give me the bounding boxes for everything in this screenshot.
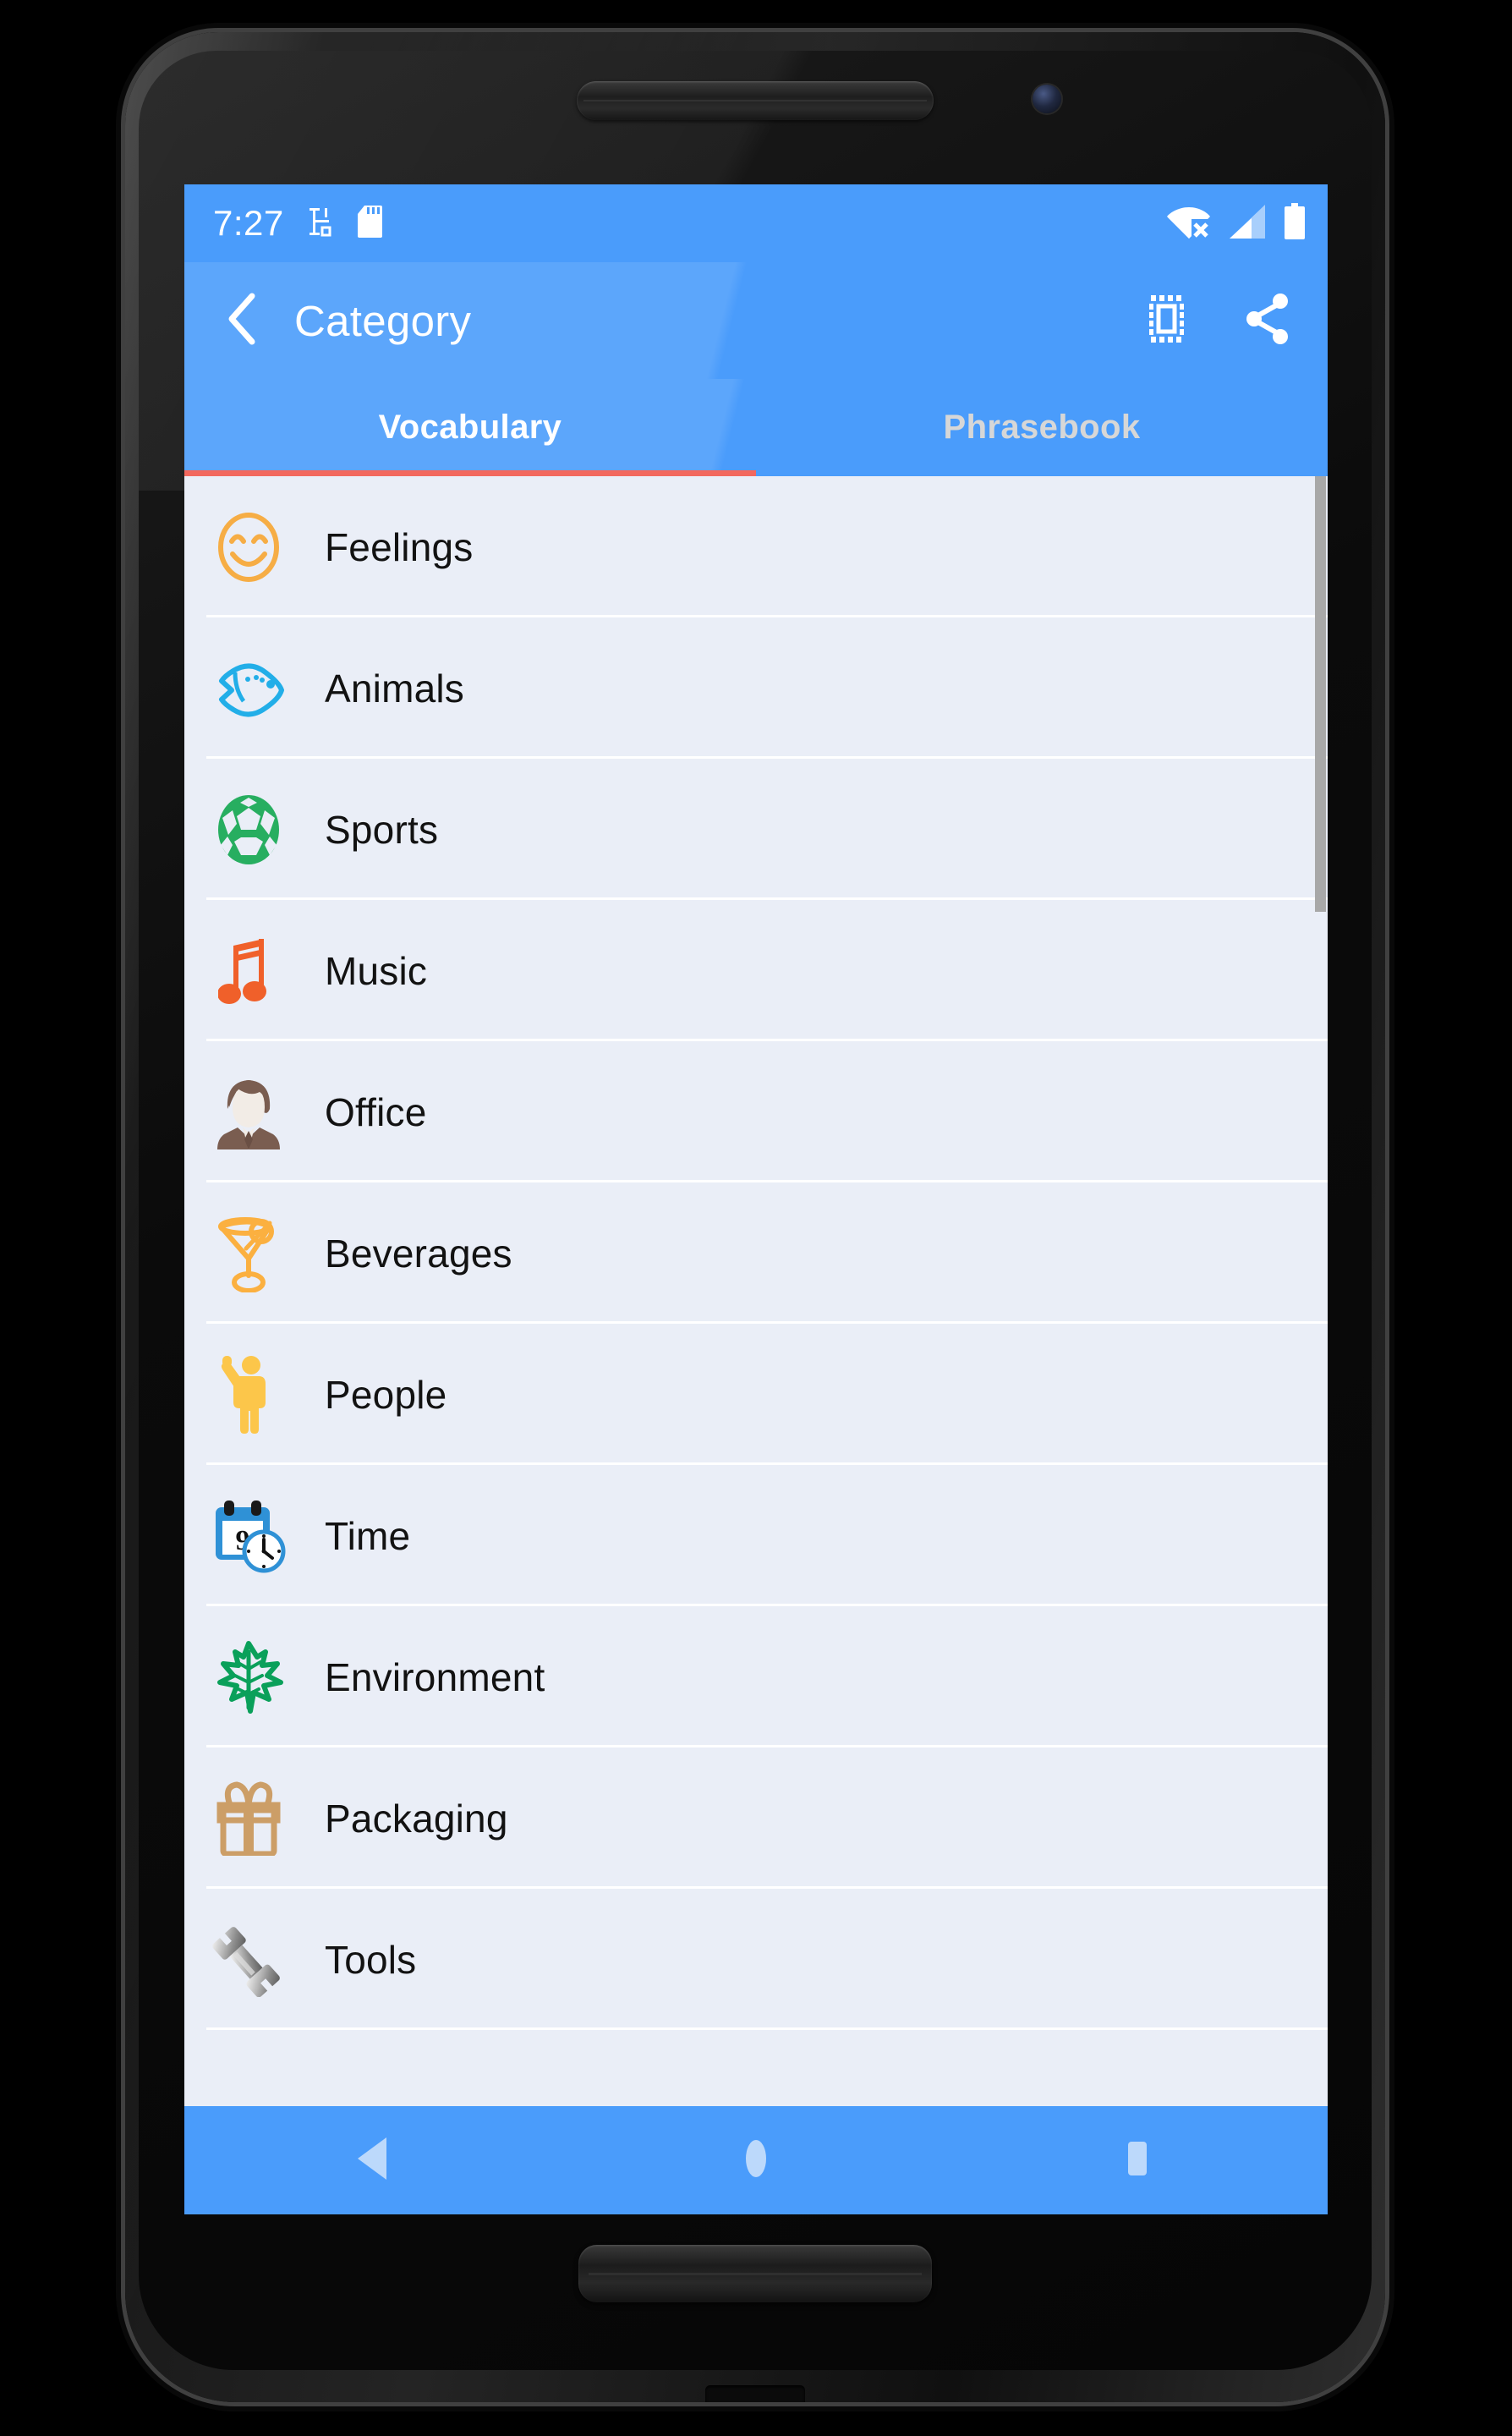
cellular-signal-icon [1228, 204, 1267, 244]
list-item[interactable]: Music [184, 900, 1328, 1041]
list-scrollbar[interactable] [1315, 476, 1326, 912]
earpiece-speaker [577, 81, 934, 120]
sd-card-icon [357, 205, 382, 243]
status-bar-clock: 7:27 [213, 203, 284, 243]
list-item[interactable]: Animals [184, 617, 1328, 759]
battery-icon [1284, 202, 1306, 244]
tab-phrasebook[interactable]: Phrasebook [756, 379, 1328, 476]
tab-bar: Vocabulary Phrasebook [184, 379, 1328, 476]
list-item[interactable]: Packaging [184, 1747, 1328, 1889]
toolbar-actions [1138, 290, 1299, 351]
list-item-label: Environment [325, 1654, 545, 1699]
list-item[interactable]: People [184, 1324, 1328, 1465]
phone-screen: 7:27 Category Vocabulary Phrasebook Feel… [184, 184, 1328, 2214]
list-item-label: Sports [325, 807, 439, 852]
nav-recents-square-icon [1116, 2134, 1159, 2187]
list-item-label: Beverages [325, 1231, 512, 1276]
list-item-label: Feelings [325, 524, 474, 569]
list-item-label: People [325, 1372, 447, 1417]
tab-phrasebook-label: Phrasebook [943, 409, 1141, 446]
wrench-icon [210, 1921, 288, 1999]
share-button[interactable] [1238, 290, 1299, 351]
nav-back-button[interactable] [184, 2134, 566, 2187]
leaf-icon [210, 1638, 288, 1716]
back-button[interactable] [210, 288, 276, 354]
bottom-speaker [578, 2245, 932, 2302]
vibrate-icon [306, 206, 335, 242]
person-waving-icon [210, 1355, 288, 1434]
tab-indicator [184, 470, 756, 476]
select-all-button[interactable] [1138, 290, 1199, 351]
list-item[interactable]: Office [184, 1041, 1328, 1182]
list-item-label: Music [325, 948, 428, 993]
android-navigation-bar [184, 2106, 1328, 2214]
businessman-icon [210, 1073, 288, 1151]
fish-icon [210, 650, 288, 727]
nav-home-button[interactable] [566, 2134, 947, 2187]
page-title: Category [294, 296, 472, 345]
list-item-label: Time [325, 1513, 411, 1558]
calendar-clock-icon: 9 [210, 1497, 288, 1575]
cocktail-glass-icon [210, 1215, 288, 1292]
list-item-label: Office [325, 1089, 427, 1134]
list-item[interactable]: Tools [184, 1889, 1328, 2030]
app-toolbar: Category [184, 262, 1328, 379]
front-camera-icon [1033, 85, 1061, 113]
gift-box-icon [210, 1780, 288, 1857]
music-note-icon [210, 932, 288, 1010]
list-item[interactable]: Feelings [184, 476, 1328, 617]
wifi-off-icon [1167, 204, 1212, 244]
nav-back-triangle-icon [353, 2134, 397, 2187]
back-chevron-icon [224, 293, 261, 349]
usb-port [705, 2385, 805, 2402]
list-item[interactable]: Environment [184, 1606, 1328, 1747]
tab-vocabulary-label: Vocabulary [378, 409, 562, 446]
list-item[interactable]: Sports [184, 759, 1328, 900]
status-bar-right [1167, 202, 1306, 244]
list-item-label: Animals [325, 666, 465, 710]
list-item-label: Packaging [325, 1796, 508, 1841]
status-bar: 7:27 [184, 184, 1328, 262]
list-item[interactable]: 9 Time [184, 1465, 1328, 1606]
list-item[interactable]: Beverages [184, 1182, 1328, 1324]
list-item-label: Tools [325, 1937, 417, 1982]
tab-vocabulary[interactable]: Vocabulary [184, 379, 756, 476]
status-bar-left: 7:27 [213, 205, 382, 243]
smiley-face-icon [210, 508, 288, 586]
nav-home-circle-icon [735, 2134, 777, 2187]
soccer-ball-icon [210, 791, 288, 869]
category-list[interactable]: Feelings Animals Sports Music Office Bev… [184, 476, 1328, 2140]
nav-recents-button[interactable] [946, 2134, 1328, 2187]
share-icon [1246, 293, 1291, 349]
select-all-icon [1145, 293, 1192, 349]
